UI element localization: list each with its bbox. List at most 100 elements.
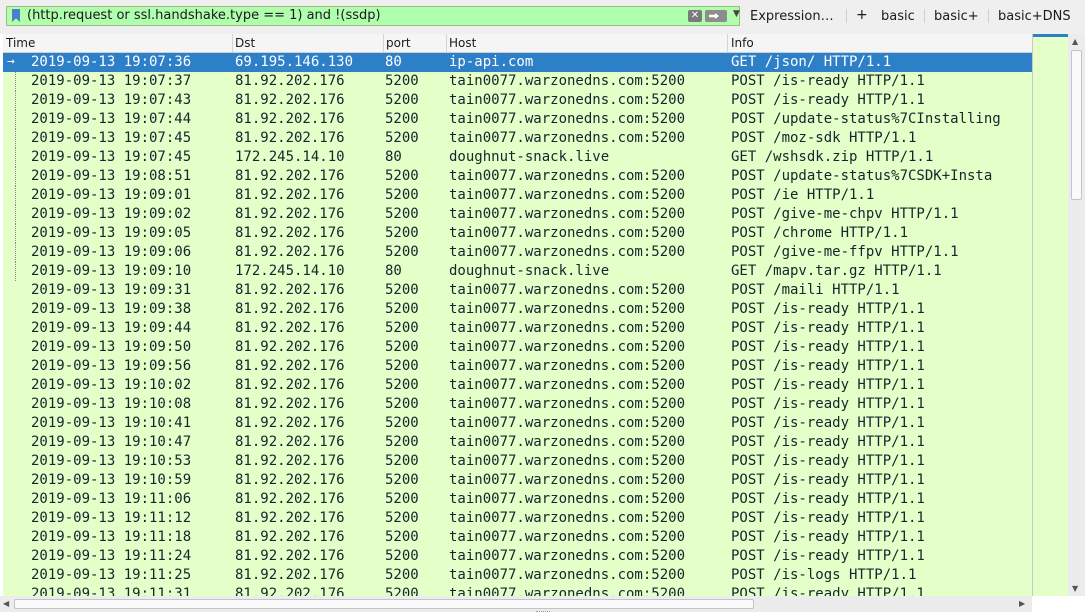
cell-host: tain0077.warzonedns.com:5200 — [449, 529, 686, 545]
table-row[interactable]: 2019-09-13 19:10:41 81.92.202.176 5200 tain… — [3, 414, 1032, 433]
table-row[interactable]: 2019-09-13 19:10:59 81.92.202.176 5200 tain… — [3, 471, 1032, 490]
cell-port: 5200 — [385, 244, 419, 260]
filter-button-basic-plus-dns[interactable]: basic+DNS — [998, 9, 1071, 24]
table-row[interactable]: 2019-09-13 19:07:45 81.92.202.176 5200 tain… — [3, 129, 1032, 148]
table-row[interactable]: 2019-09-13 19:07:37 81.92.202.176 5200 tain… — [3, 72, 1032, 91]
table-row[interactable]: 2019-09-13 19:10:53 81.92.202.176 5200 tain… — [3, 452, 1032, 471]
table-row[interactable]: 2019-09-13 19:11:12 81.92.202.176 5200 tain… — [3, 509, 1032, 528]
column-header-dst[interactable]: Dst — [235, 36, 255, 50]
table-row[interactable]: 2019-09-13 19:09:31 81.92.202.176 5200 tain… — [3, 281, 1032, 300]
cell-time: 2019-09-13 19:07:37 — [31, 73, 192, 89]
cell-port: 5200 — [385, 453, 419, 469]
vertical-scrollbar[interactable]: ▲ ▼ — [1068, 34, 1085, 596]
cell-dst: 81.92.202.176 — [235, 491, 345, 507]
cell-host: tain0077.warzonedns.com:5200 — [449, 320, 686, 336]
cell-time: 2019-09-13 19:10:47 — [31, 434, 192, 450]
cell-info: POST /is-ready HTTP/1.1 — [731, 339, 925, 355]
table-row[interactable]: 2019-09-13 19:10:08 81.92.202.176 5200 tain… — [3, 395, 1032, 414]
horizontal-scrollbar[interactable]: ◀ ▶ — [0, 596, 1032, 612]
scroll-right-icon[interactable]: ▶ — [1019, 599, 1025, 608]
cell-port: 5200 — [385, 529, 419, 545]
table-row[interactable]: 2019-09-13 19:11:06 81.92.202.176 5200 tain… — [3, 490, 1032, 509]
filter-button-basic-plus[interactable]: basic+ — [934, 9, 979, 24]
column-header-time[interactable]: Time — [6, 36, 35, 50]
add-filter-button-icon[interactable]: + — [856, 7, 868, 23]
cell-host: tain0077.warzonedns.com:5200 — [449, 358, 686, 374]
cell-info: POST /update-status%7CSDK+Insta — [731, 168, 993, 184]
cell-port: 5200 — [385, 472, 419, 488]
column-header-port[interactable]: port — [386, 36, 411, 50]
scroll-up-icon[interactable]: ▲ — [1072, 37, 1078, 46]
cell-port: 5200 — [385, 358, 419, 374]
expression-button[interactable]: Expression… — [750, 9, 834, 24]
clear-icon[interactable]: ✕ — [688, 10, 702, 22]
cell-dst: 81.92.202.176 — [235, 377, 345, 393]
column-divider[interactable] — [383, 34, 384, 52]
table-row[interactable]: 2019-09-13 19:09:10 172.245.14.10 80 doughn… — [3, 262, 1032, 281]
cell-dst: 81.92.202.176 — [235, 73, 345, 89]
table-row[interactable]: 2019-09-13 19:07:43 81.92.202.176 5200 tain… — [3, 91, 1032, 110]
column-header: Time Dst port Host Info — [3, 34, 1032, 53]
packet-list[interactable]: Time Dst port Host Info → 2019-09-13 19:0… — [3, 34, 1032, 596]
cell-host: tain0077.warzonedns.com:5200 — [449, 339, 686, 355]
table-row[interactable]: 2019-09-13 19:10:02 81.92.202.176 5200 tain… — [3, 376, 1032, 395]
table-row[interactable]: 2019-09-13 19:08:51 81.92.202.176 5200 tain… — [3, 167, 1032, 186]
cell-dst: 81.92.202.176 — [235, 472, 345, 488]
filter-button-basic[interactable]: basic — [881, 9, 915, 24]
cell-time: 2019-09-13 19:07:36 — [31, 54, 192, 70]
cell-dst: 81.92.202.176 — [235, 415, 345, 431]
cell-port: 5200 — [385, 187, 419, 203]
cell-port: 5200 — [385, 282, 419, 298]
cell-host: tain0077.warzonedns.com:5200 — [449, 244, 686, 260]
column-header-info[interactable]: Info — [731, 36, 754, 50]
arrow-right-icon[interactable] — [705, 10, 727, 22]
bookmark-icon[interactable] — [12, 9, 20, 22]
table-row[interactable]: 2019-09-13 19:09:50 81.92.202.176 5200 tain… — [3, 338, 1032, 357]
table-row[interactable]: 2019-09-13 19:10:47 81.92.202.176 5200 tain… — [3, 433, 1032, 452]
display-filter-input[interactable]: (http.request or ssl.handshake.type == 1… — [6, 6, 740, 26]
table-row[interactable]: 2019-09-13 19:11:24 81.92.202.176 5200 tain… — [3, 547, 1032, 566]
cell-host: tain0077.warzonedns.com:5200 — [449, 225, 686, 241]
table-row[interactable]: 2019-09-13 19:11:18 81.92.202.176 5200 tain… — [3, 528, 1032, 547]
cell-port: 5200 — [385, 168, 419, 184]
table-row[interactable]: 2019-09-13 19:09:05 81.92.202.176 5200 tain… — [3, 224, 1032, 243]
cell-port: 5200 — [385, 396, 419, 412]
toolbar-divider — [924, 9, 925, 23]
column-header-host[interactable]: Host — [449, 36, 476, 50]
table-row[interactable]: 2019-09-13 19:09:44 81.92.202.176 5200 tain… — [3, 319, 1032, 338]
table-row[interactable]: 2019-09-13 19:09:38 81.92.202.176 5200 tain… — [3, 300, 1032, 319]
column-divider[interactable] — [232, 34, 233, 52]
packet-minimap[interactable] — [1032, 34, 1069, 596]
cell-port: 5200 — [385, 377, 419, 393]
cell-dst: 81.92.202.176 — [235, 358, 345, 374]
table-row[interactable]: 2019-09-13 19:09:56 81.92.202.176 5200 tain… — [3, 357, 1032, 376]
table-row[interactable]: 2019-09-13 19:09:06 81.92.202.176 5200 tain… — [3, 243, 1032, 262]
column-divider[interactable] — [446, 34, 447, 52]
chevron-down-icon[interactable]: ▼ — [733, 9, 740, 19]
table-row[interactable]: 2019-09-13 19:09:01 81.92.202.176 5200 tain… — [3, 186, 1032, 205]
cell-info: POST /is-ready HTTP/1.1 — [731, 529, 925, 545]
column-divider[interactable] — [727, 34, 728, 52]
table-row[interactable]: 2019-09-13 19:07:44 81.92.202.176 5200 tain… — [3, 110, 1032, 129]
table-row[interactable]: 2019-09-13 19:07:45 172.245.14.10 80 doughn… — [3, 148, 1032, 167]
cell-dst: 81.92.202.176 — [235, 510, 345, 526]
related-packet-line-icon — [15, 148, 16, 167]
cell-time: 2019-09-13 19:11:12 — [31, 510, 192, 526]
table-row[interactable]: → 2019-09-13 19:07:36 69.195.146.130 80 ip-a… — [3, 53, 1032, 72]
cell-dst: 81.92.202.176 — [235, 434, 345, 450]
cell-info: POST /is-ready HTTP/1.1 — [731, 434, 925, 450]
scroll-down-icon[interactable]: ▼ — [1072, 584, 1078, 593]
table-row[interactable]: 2019-09-13 19:11:25 81.92.202.176 5200 tain… — [3, 566, 1032, 585]
cell-info: POST /is-ready HTTP/1.1 — [731, 320, 925, 336]
cell-dst: 172.245.14.10 — [235, 263, 345, 279]
table-row[interactable]: 2019-09-13 19:11:31 81.92.202.176 5200 tain… — [3, 585, 1032, 596]
scroll-left-icon[interactable]: ◀ — [3, 599, 9, 608]
vertical-scroll-thumb[interactable] — [1071, 50, 1082, 200]
horizontal-scroll-thumb[interactable] — [14, 599, 754, 609]
table-row[interactable]: 2019-09-13 19:09:02 81.92.202.176 5200 tain… — [3, 205, 1032, 224]
cell-info: POST /give-me-ffpv HTTP/1.1 — [731, 244, 959, 260]
cell-dst: 81.92.202.176 — [235, 548, 345, 564]
cell-dst: 81.92.202.176 — [235, 111, 345, 127]
display-filter-text[interactable]: (http.request or ssl.handshake.type == 1… — [27, 8, 381, 23]
cell-host: tain0077.warzonedns.com:5200 — [449, 434, 686, 450]
